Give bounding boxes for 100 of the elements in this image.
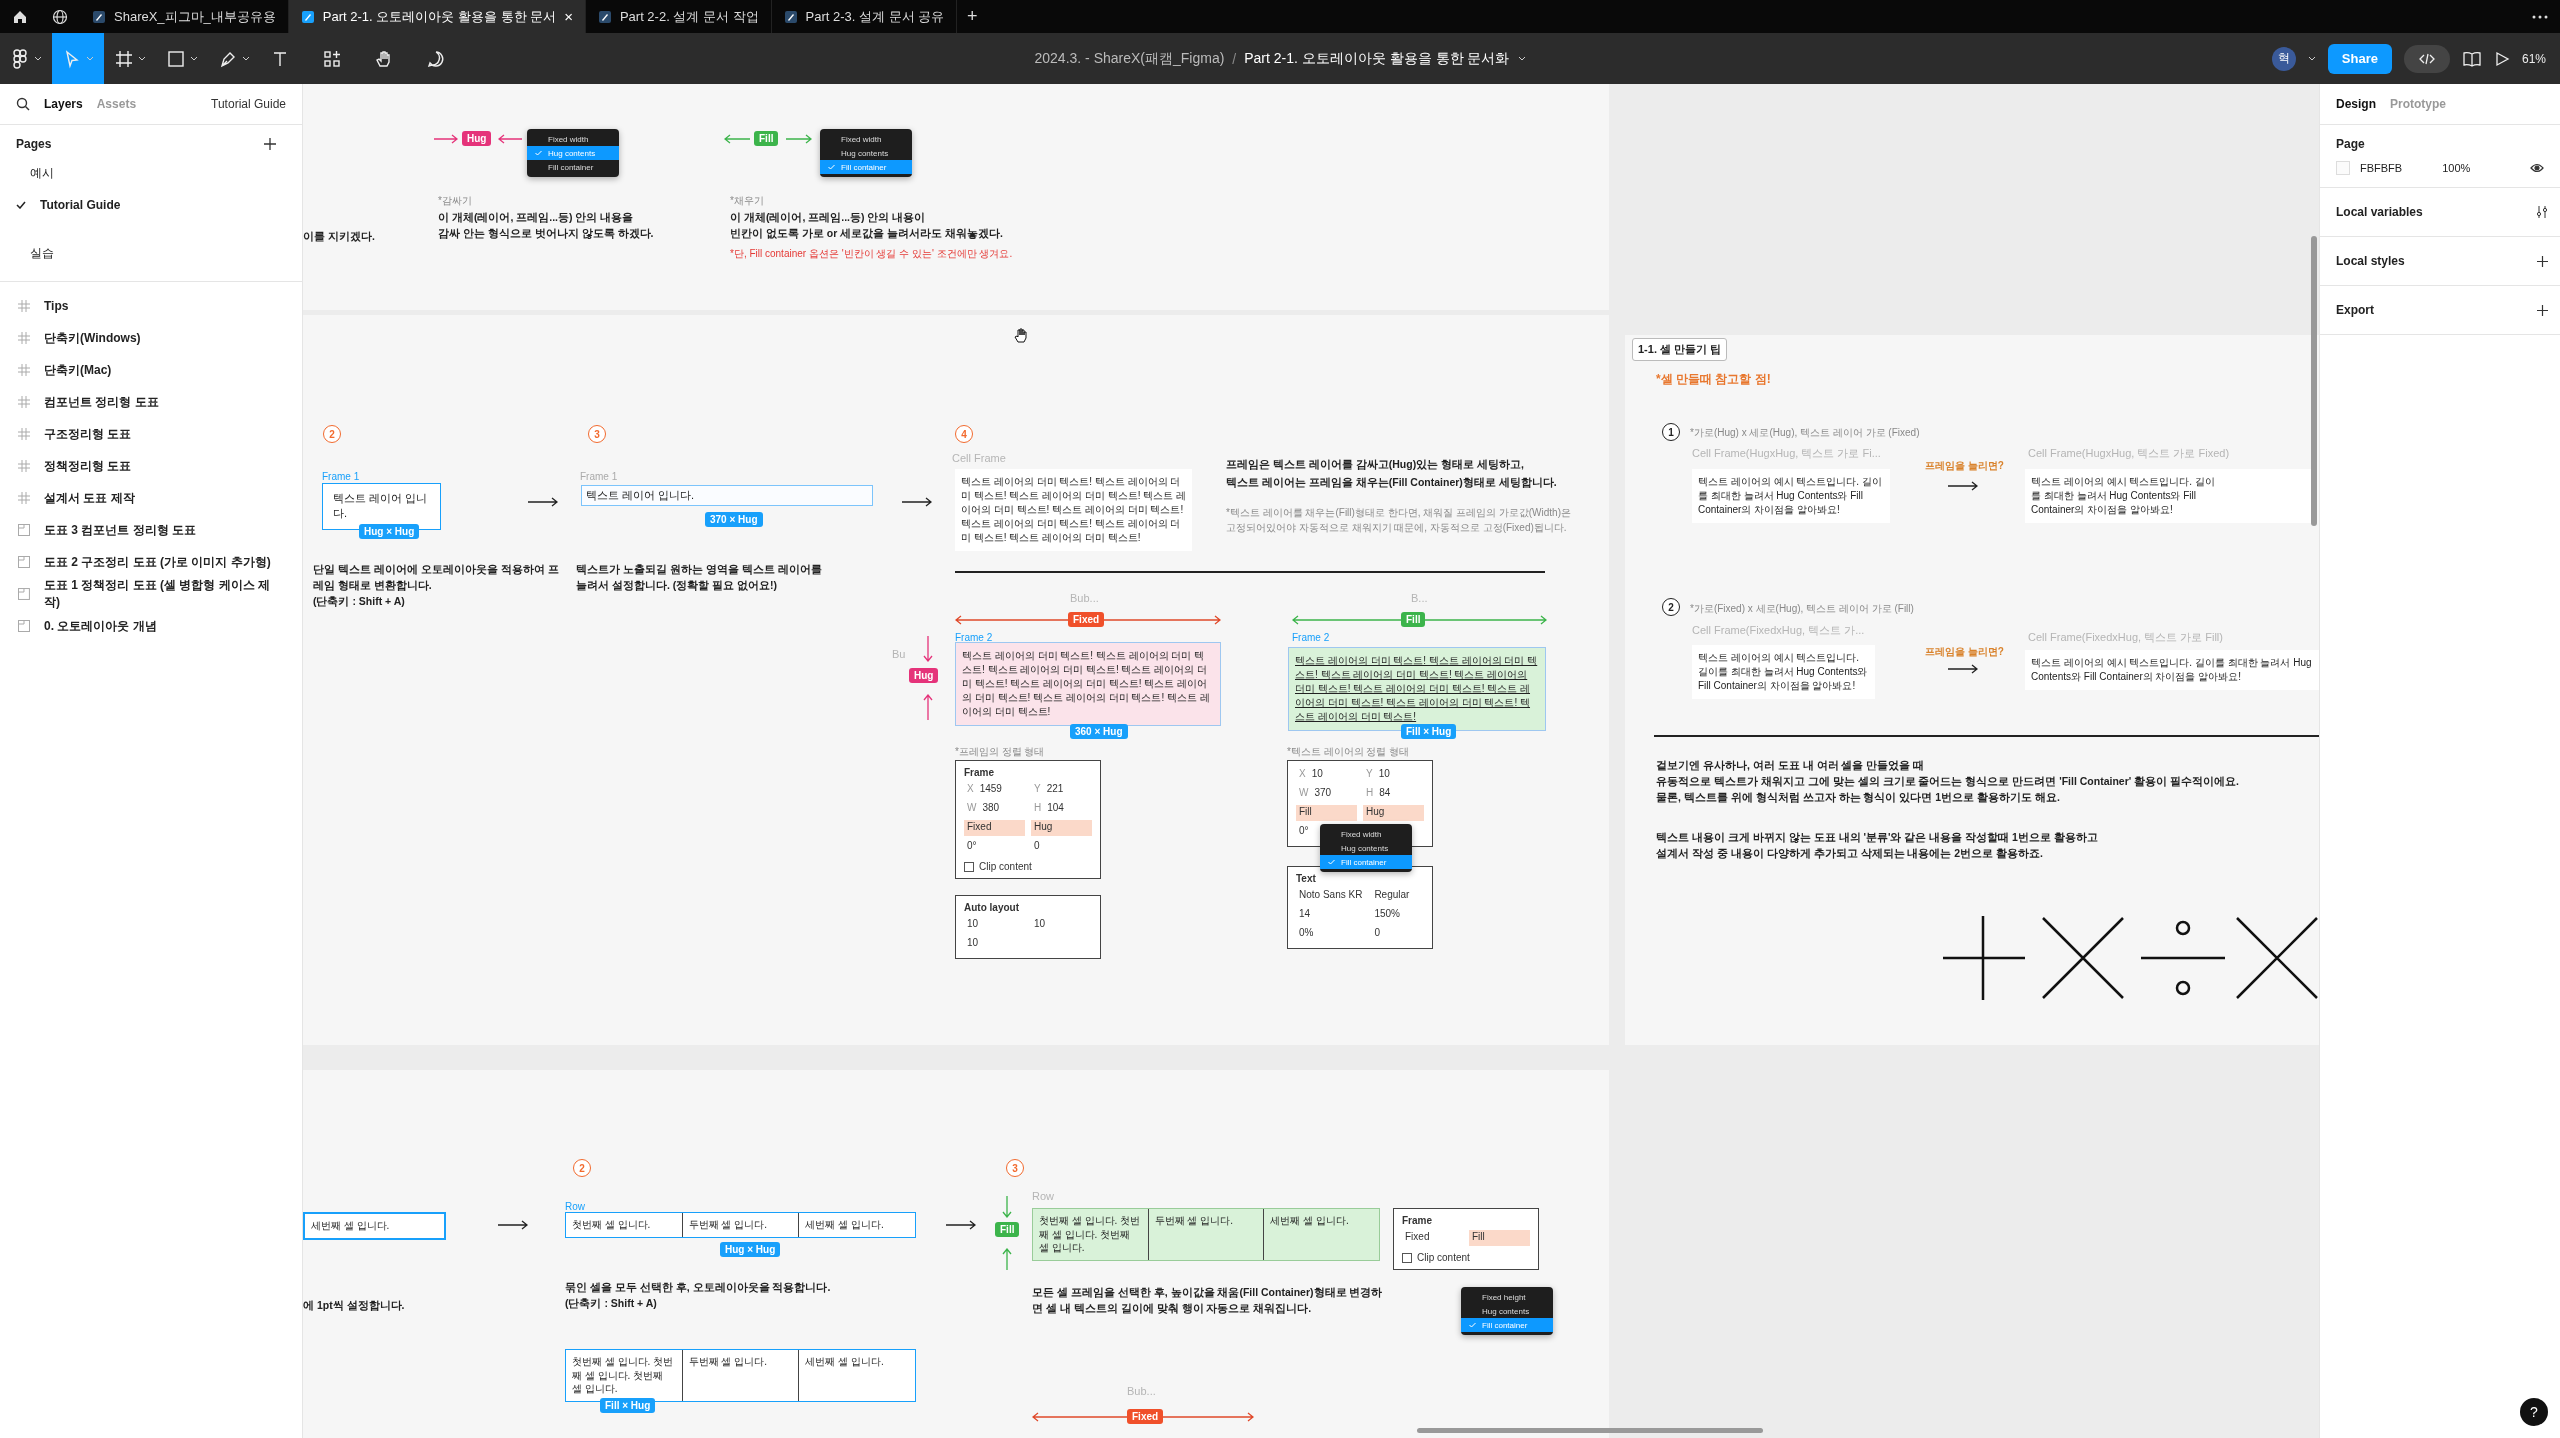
property-field[interactable]: Fill <box>1296 805 1357 821</box>
file-icon <box>300 9 315 24</box>
menu-item[interactable]: Hug contents <box>1320 841 1412 855</box>
opacity-value[interactable]: 100% <box>2442 162 2471 174</box>
layer-item[interactable]: 도표 3 컴포넌트 정리형 도표 <box>0 514 302 546</box>
clip-content-checkbox[interactable]: Clip content <box>964 861 1092 872</box>
panel-title: Frame <box>964 767 995 778</box>
text-card: 텍스트 레이어의 예시 텍스트입니다. 길이를 최대한 늘려서 Hug Contents와 Fill Container의 차이점을 알아봐요! <box>1692 645 1875 699</box>
dev-mode-toggle[interactable] <box>2403 44 2450 73</box>
property-field[interactable]: Y 10 <box>1363 767 1424 783</box>
arrow-icon <box>1948 663 1978 675</box>
canvas-text: 프레임을 늘리면? <box>1925 459 2004 473</box>
layer-item[interactable]: 정책정리형 도표 <box>0 450 302 482</box>
property-field[interactable]: X 1459 <box>964 782 1025 798</box>
scrollbar[interactable] <box>2311 236 2317 526</box>
add-icon[interactable] <box>2537 304 2548 316</box>
menu-item[interactable]: Fixed width <box>820 132 912 146</box>
caret-icon[interactable] <box>1517 55 1526 62</box>
property-field[interactable]: 14 <box>1296 907 1366 923</box>
scrollbar[interactable] <box>1417 1428 1763 1433</box>
property-field[interactable]: H 104 <box>1031 801 1092 817</box>
menu-item[interactable]: Hug contents <box>820 146 912 160</box>
menu-item[interactable]: Fixed height <box>1461 1290 1553 1304</box>
help-button[interactable]: ? <box>2520 1398 2548 1426</box>
check-icon <box>16 201 26 209</box>
table-cell: 첫번째 셀 입니다. 첫번째 셀 입니다. 첫번째 셀 입니다. <box>1033 1209 1149 1260</box>
eye-icon[interactable] <box>2530 163 2544 173</box>
caret-icon[interactable] <box>2307 55 2316 62</box>
page-item[interactable]: Tutorial Guide <box>0 189 302 221</box>
page-item[interactable]: 실습 <box>0 237 302 269</box>
add-icon[interactable] <box>264 138 276 150</box>
search-icon[interactable] <box>16 97 30 111</box>
layer-item[interactable]: 컴포넌트 정리형 도표 <box>0 386 302 418</box>
sliders-icon[interactable] <box>2536 206 2548 218</box>
layer-item[interactable]: 0. 오토레이아웃 개념 <box>0 610 302 642</box>
property-field[interactable]: Y 221 <box>1031 782 1092 798</box>
layer-item[interactable]: 구조정리형 도표 <box>0 418 302 450</box>
property-field[interactable]: X 10 <box>1296 767 1357 783</box>
project-name[interactable]: 2024.3. - ShareX(패캠_Figma) <box>1034 49 1225 68</box>
property-field[interactable]: Hug <box>1031 820 1092 836</box>
property-field[interactable]: W 380 <box>964 801 1025 817</box>
page-menu[interactable]: Tutorial Guide <box>211 97 286 111</box>
play-icon[interactable] <box>2493 50 2510 67</box>
layer-item[interactable]: Tips <box>0 290 302 322</box>
layer-item[interactable]: 단축키(Windows) <box>0 322 302 354</box>
clip-content-checkbox[interactable]: Clip content <box>1402 1252 1530 1263</box>
table-cell: 첫번째 셀 입니다. <box>566 1213 683 1237</box>
property-field[interactable]: 10 <box>964 936 1025 952</box>
file-icon <box>92 9 106 24</box>
property-field[interactable]: 0 <box>1031 839 1092 855</box>
property-field[interactable]: 10 <box>964 917 1025 933</box>
layer-item[interactable]: 도표 1 정책정리 도표 (셀 병합형 케이스 제작) <box>0 578 302 610</box>
property-field[interactable]: 0% <box>1296 926 1366 942</box>
property-field[interactable]: Fixed <box>964 820 1025 836</box>
canvas-text: 텍스트가 노출되길 원하는 영역을 텍스트 레이어를 늘려서 설정합니다. (정확할 필요 없어요!) <box>576 562 822 593</box>
panel-tab[interactable]: Design <box>2336 97 2376 111</box>
canvas-text: 이 개체(레이어, 프레임...등) 안의 내용을 감싸 안는 형식으로 벗어나지 않도록 하겠다. <box>438 210 654 241</box>
menu-item[interactable]: Hug contents <box>1461 1304 1553 1318</box>
color-hex[interactable]: FBFBFB <box>2360 162 2403 174</box>
file-tab[interactable]: Part 2-1. 오토레이아웃 활용을 통한 문서 × <box>288 0 586 33</box>
color-swatch[interactable] <box>2336 161 2350 175</box>
size-badge: Fixed <box>1068 612 1105 627</box>
hash-icon <box>18 428 30 440</box>
table-cell-text: 세번째 셀 입니다. <box>804 1218 885 1232</box>
size-badge: Hug <box>909 668 939 683</box>
add-icon[interactable] <box>2537 255 2548 267</box>
book-icon[interactable] <box>2461 50 2482 67</box>
menu-item[interactable]: Fixed width <box>1320 827 1412 841</box>
canvas-text: 묶인 셀을 모두 선택한 후, 오토레이아웃을 적용합니다. (단축키 : Shift + A) <box>565 1280 831 1311</box>
property-field[interactable]: Noto Sans KR <box>1296 888 1366 904</box>
layer-item[interactable]: 도표 2 구조정리 도표 (가로 이미지 추가형) <box>0 546 302 578</box>
hash-icon <box>18 460 30 472</box>
section-title: Export <box>2336 303 2374 317</box>
user-avatar[interactable]: 혁 <box>2271 46 2296 71</box>
canvas-text: *텍스트 레이어를 채우는(Fill)형태로 한다면, 채워질 프레임의 가로값(Width)은 고정되어있어야 자동적으로 채워지기 때문에, 자동적으로 고정(Fixed)됩니다. <box>1226 506 1571 535</box>
table-cell-text: 세번째 셀 입니다. <box>804 1355 885 1369</box>
property-field[interactable]: Hug <box>1363 805 1424 821</box>
property-field[interactable]: 10 <box>1031 917 1092 933</box>
property-field[interactable]: 0 <box>1371 926 1424 942</box>
property-field[interactable]: H 84 <box>1363 786 1424 802</box>
new-tab-button[interactable]: + <box>957 0 988 33</box>
page-item[interactable]: 예시 <box>0 157 302 189</box>
file-name[interactable]: Part 2-1. 오토레이아웃 활용을 통한 문서화 <box>1244 49 1510 68</box>
property-field[interactable]: W 370 <box>1296 786 1357 802</box>
zoom-level[interactable]: 61% <box>2521 51 2546 66</box>
property-field[interactable]: Fixed <box>1402 1230 1463 1246</box>
menu-item[interactable]: Fixed width <box>527 132 619 146</box>
canvas-text: *가로(Fixed) x 세로(Hug), 텍스트 레이어 가로 (Fill) <box>1690 602 1914 616</box>
layer-item[interactable]: 설계서 도표 제작 <box>0 482 302 514</box>
property-field[interactable]: Fill <box>1469 1230 1530 1246</box>
property-field[interactable]: 0° <box>964 839 1025 855</box>
menu-item[interactable]: Fill container <box>527 160 619 174</box>
hash-icon <box>18 364 30 376</box>
property-field[interactable]: Regular <box>1371 888 1424 904</box>
canvas-text: *채우기 <box>730 194 764 208</box>
layer-item[interactable]: 단축키(Mac) <box>0 354 302 386</box>
table-cell: 두번째 셀 입니다. <box>682 1213 800 1237</box>
property-field[interactable]: 150% <box>1371 907 1424 923</box>
arrow-icon <box>946 1219 976 1231</box>
panel-tab[interactable]: Layers <box>44 97 83 111</box>
